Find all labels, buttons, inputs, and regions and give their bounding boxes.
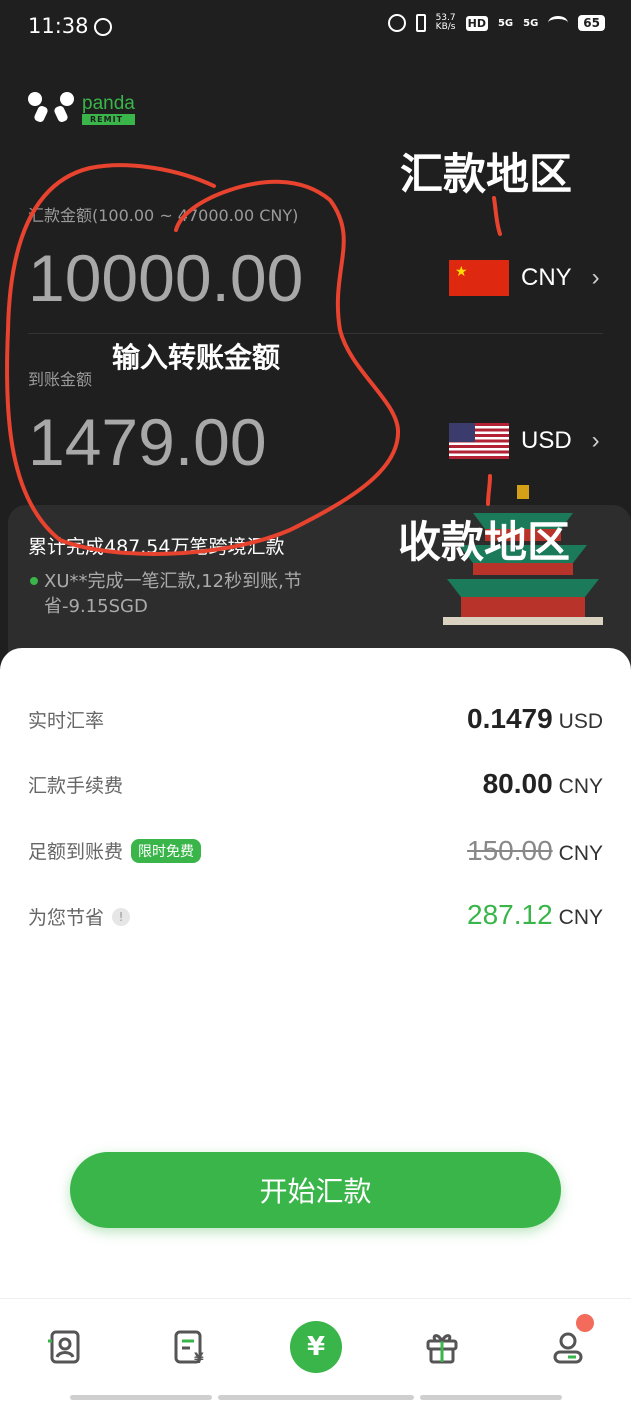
saved-row-label: 为您节省 !: [28, 903, 131, 930]
full-arrival-number: 150.00: [467, 835, 553, 866]
notification-dot: [576, 1314, 594, 1332]
details-card: 实时汇率 0.1479 USD 汇款手续费 80.00 CNY 足额到账费 限时…: [0, 648, 631, 1403]
usa-flag-icon: [449, 423, 509, 459]
logo-word: panda: [82, 92, 135, 114]
vibrate-icon: [415, 14, 426, 32]
nav-records[interactable]: ¥: [170, 1327, 210, 1367]
receive-currency-selector[interactable]: USD ›: [449, 423, 600, 459]
chevron-right-icon: ›: [591, 264, 600, 291]
status-bar: 11:38 53.7 KB/s HD 5G 5G 65: [0, 0, 631, 56]
signal-2-icon: 5G: [523, 17, 539, 29]
receive-amount-label: 到账金额: [28, 370, 93, 389]
panda-logo-icon: [28, 92, 74, 126]
alarm-icon: [387, 14, 406, 32]
chevron-right-icon: ›: [591, 427, 600, 454]
divider: [28, 333, 603, 334]
start-remit-button[interactable]: 开始汇款: [70, 1152, 561, 1228]
info-icon[interactable]: !: [112, 907, 131, 926]
rate-value: 0.1479 USD: [467, 703, 603, 735]
fee-unit: CNY: [558, 775, 603, 798]
gesture-bar: [420, 1395, 562, 1400]
panda-remit-logo: panda REMIT: [28, 92, 135, 126]
annotation-send-region: 汇款地区: [400, 150, 572, 200]
svg-text:¥: ¥: [194, 1351, 204, 1365]
net-speed: 53.7 KB/s: [436, 14, 456, 32]
full-arrival-unit: CNY: [558, 842, 603, 865]
full-arrival-label: 足额到账费: [28, 841, 124, 863]
full-arrival-value: 150.00 CNY: [467, 835, 603, 867]
gesture-bar: [218, 1395, 414, 1400]
send-amount-label: 汇款金额(100.00 ~ 47000.00 CNY): [28, 206, 299, 225]
annotation-enter-amount: 输入转账金额: [112, 341, 281, 374]
free-badge: 限时免费: [131, 838, 202, 863]
send-amount-input[interactable]: 10000.00: [28, 240, 303, 316]
rate-label: 实时汇率: [28, 710, 105, 732]
status-dot-icon: [30, 577, 38, 585]
rate-number: 0.1479: [467, 703, 553, 734]
net-speed-unit: KB/s: [435, 22, 456, 32]
fee-label: 汇款手续费: [28, 775, 124, 797]
receive-currency-code: USD: [521, 427, 572, 454]
wifi-icon: [548, 16, 569, 30]
banner-ticker: XU**完成一笔汇款,12秒到账,节省-9.15SGD: [44, 571, 302, 617]
logo-sub: REMIT: [82, 113, 135, 125]
china-flag-icon: ★: [449, 260, 509, 296]
status-icons: 53.7 KB/s HD 5G 5G 65: [387, 14, 605, 32]
gift-icon: [426, 1334, 458, 1364]
fee-number: 80.00: [482, 768, 553, 799]
annotation-receive-region: 收款地区: [398, 518, 570, 568]
whatsapp-icon: [94, 18, 112, 36]
battery-icon: 65: [578, 15, 605, 31]
signal-1-icon: 5G: [497, 17, 514, 29]
receive-amount-input[interactable]: 1479.00: [28, 404, 267, 480]
send-currency-code: CNY: [521, 264, 572, 291]
saved-number: 287.12: [467, 899, 553, 930]
gesture-bar: [70, 1395, 212, 1400]
nav-gift[interactable]: [422, 1327, 462, 1367]
profile-icon: [553, 1332, 583, 1364]
hd-icon: HD: [465, 15, 488, 31]
bottom-nav: ¥ ¥: [0, 1298, 631, 1403]
contacts-icon: [48, 1330, 80, 1364]
saved-value: 287.12 CNY: [467, 899, 603, 931]
full-arrival-row-label: 足额到账费 限时免费: [28, 837, 202, 864]
rate-unit: USD: [558, 710, 603, 733]
fee-value: 80.00 CNY: [483, 768, 603, 800]
saved-unit: CNY: [558, 906, 603, 929]
records-icon: ¥: [174, 1330, 204, 1365]
nav-profile[interactable]: [548, 1327, 588, 1367]
nav-remit-button[interactable]: ¥: [290, 1321, 342, 1373]
banner-title: 累计完成487.54万笔跨境汇款: [28, 536, 285, 558]
status-time: 11:38: [28, 14, 89, 38]
nav-contacts[interactable]: [44, 1327, 84, 1367]
saved-label: 为您节省: [28, 907, 105, 929]
send-currency-selector[interactable]: ★ CNY ›: [449, 260, 600, 296]
